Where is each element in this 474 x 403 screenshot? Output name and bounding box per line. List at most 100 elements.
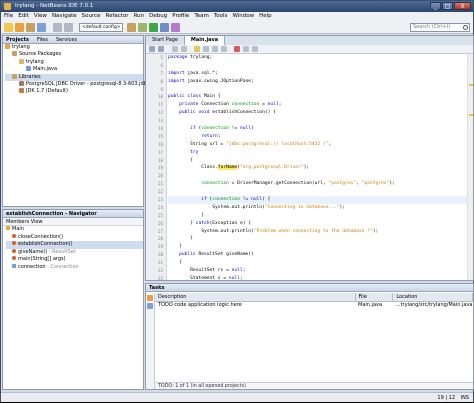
code-line[interactable]: public void establishConnection() { <box>168 109 467 117</box>
code-line[interactable]: ResultSet rs = null; <box>168 267 467 275</box>
code-line[interactable]: try <box>168 149 467 157</box>
uncomment-icon[interactable] <box>252 46 258 52</box>
open-project-icon[interactable] <box>26 23 35 32</box>
code-line[interactable] <box>168 117 467 125</box>
new-file-icon[interactable] <box>15 23 24 32</box>
find-icon[interactable] <box>194 46 200 52</box>
column-file[interactable]: File <box>355 293 394 302</box>
member-item[interactable]: closeConnection() <box>6 233 143 242</box>
editor-error-stripe[interactable] <box>467 54 473 280</box>
config-select[interactable]: <default config> <box>79 23 123 32</box>
code-line[interactable]: Class.forName("org.postgresql.Driver"); <box>168 164 467 172</box>
members-view-select[interactable]: Members View <box>3 218 143 226</box>
menu-help[interactable]: Help <box>259 12 272 21</box>
code-line[interactable] <box>168 86 467 94</box>
comment-icon[interactable] <box>243 46 249 52</box>
stop-macro-icon[interactable] <box>234 46 240 52</box>
tree-node[interactable]: JDK 1.7 (Default) <box>5 88 143 95</box>
code-line[interactable]: connection = DriverManager.getConnection… <box>168 180 467 188</box>
code-line[interactable]: import javax.swing.JOptionPane; <box>168 78 467 86</box>
save-all-icon[interactable] <box>37 23 46 32</box>
close-button[interactable]: X <box>454 2 471 10</box>
member-item[interactable]: connection : Connection <box>6 263 143 272</box>
code-line[interactable]: public class Main { <box>168 93 467 101</box>
code-line[interactable]: private Connection connection = null; <box>168 101 467 109</box>
task-row[interactable]: TODO code application logic here Main.jav… <box>155 301 473 309</box>
tree-node[interactable]: Source Packages <box>5 51 143 58</box>
code-line[interactable] <box>168 62 467 70</box>
menu-file[interactable]: File <box>4 12 13 21</box>
undo-icon[interactable] <box>53 23 62 32</box>
menu-tools[interactable]: Tools <box>214 12 228 21</box>
minimize-button[interactable]: _ <box>430 2 441 10</box>
tab-services[interactable]: Services <box>56 36 77 43</box>
tree-node[interactable]: Main.java <box>5 66 143 73</box>
profile-icon[interactable] <box>171 23 180 32</box>
code-line[interactable]: { <box>168 259 467 267</box>
menu-profile[interactable]: Profile <box>172 12 189 21</box>
code-line[interactable] <box>168 172 467 180</box>
search-input[interactable]: Search (Ctrl+I) <box>410 23 470 32</box>
scope-icon[interactable] <box>147 303 153 309</box>
forward-icon[interactable] <box>181 46 187 52</box>
menu-refactor[interactable]: Refactor <box>106 12 129 21</box>
code-line[interactable]: return; <box>168 133 467 141</box>
warning-marker[interactable] <box>469 84 473 86</box>
clean-build-icon[interactable] <box>138 23 147 32</box>
tree-node[interactable]: trylang <box>5 58 143 66</box>
member-item[interactable]: main(String[] args) <box>6 256 143 264</box>
column-description[interactable]: Description <box>155 293 356 302</box>
menu-debug[interactable]: Debug <box>149 12 167 21</box>
code-line[interactable]: import java.sql.*; <box>168 70 467 78</box>
tab-start-page[interactable]: Start Page <box>146 36 185 45</box>
code-line[interactable]: System.out.println("Problem when connect… <box>168 228 467 236</box>
menu-source[interactable]: Source <box>82 12 101 21</box>
member-item[interactable]: Main <box>6 226 143 234</box>
menu-edit[interactable]: Edit <box>18 12 29 21</box>
code-line[interactable]: if (connection != null) { <box>168 196 467 204</box>
code-line[interactable]: if (connection != null) <box>168 125 467 133</box>
tab-projects[interactable]: Projects <box>6 36 29 43</box>
code-area[interactable]: package trylang; import java.sql.*; import… <box>168 54 467 305</box>
tree-node[interactable]: trylang <box>5 44 143 51</box>
new-project-icon[interactable] <box>4 23 13 32</box>
source-view-icon[interactable] <box>149 46 155 52</box>
run-icon[interactable] <box>149 23 158 32</box>
menu-team[interactable]: Team <box>194 12 209 21</box>
code-line[interactable]: package trylang; <box>168 54 467 62</box>
redo-icon[interactable] <box>64 23 73 32</box>
menu-view[interactable]: View <box>34 12 47 21</box>
column-location[interactable]: Location <box>392 293 473 302</box>
tree-node[interactable]: PostgreSQL JDBC Driver - postgresql-8.3-… <box>5 81 161 88</box>
debug-icon[interactable] <box>160 23 169 32</box>
code-line[interactable]: } <box>168 212 467 220</box>
menu-window[interactable]: Window <box>232 12 254 21</box>
tree-node[interactable]: Libraries <box>5 73 143 82</box>
code-line[interactable] <box>168 188 467 196</box>
code-line[interactable]: String url = "jdbc:postgresql:// localho… <box>168 141 467 149</box>
back-icon[interactable] <box>172 46 178 52</box>
menu-navigate[interactable]: Navigate <box>52 12 77 21</box>
history-view-icon[interactable] <box>158 46 164 52</box>
toggle-bookmark-icon[interactable] <box>203 46 209 52</box>
code-line[interactable]: { <box>168 157 467 165</box>
menu-run[interactable]: Run <box>134 12 145 21</box>
code-line[interactable]: } catch(Exception e) { <box>168 220 467 228</box>
code-line[interactable]: Statement s = null; <box>168 275 467 283</box>
maximize-button[interactable]: □ <box>442 2 453 10</box>
tab-main-java[interactable]: Main.java <box>184 36 226 45</box>
member-item[interactable]: establishConnection() <box>6 241 143 249</box>
filter-icon[interactable] <box>147 295 153 301</box>
code-line[interactable]: } <box>168 235 467 243</box>
shift-left-icon[interactable] <box>212 46 218 52</box>
code-line[interactable]: public ResultSet giveName() <box>168 251 467 259</box>
warning-marker[interactable] <box>469 114 473 116</box>
code-editor[interactable]: Start Page Main.java 5 6 7 8 9 10 11 12 13 14 15 16… <box>145 35 474 305</box>
tab-files[interactable]: Files <box>37 36 48 43</box>
member-item[interactable]: giveName() : ResultSet <box>6 248 143 257</box>
build-icon[interactable] <box>127 23 136 32</box>
code-line[interactable]: } <box>168 243 467 251</box>
code-line[interactable]: System.out.println("Connecting to databa… <box>168 204 467 212</box>
shift-right-icon[interactable] <box>221 46 227 52</box>
